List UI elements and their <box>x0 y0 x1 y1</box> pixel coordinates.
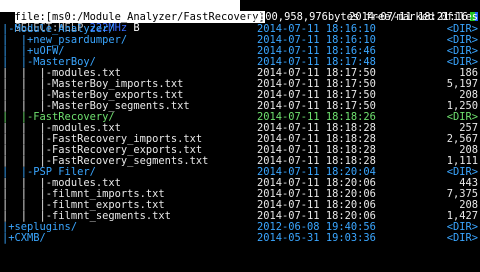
entry-name: |+CXMB/ <box>2 232 46 244</box>
file-list[interactable]: |-Module_Analyzer/2014-07-11 18:16:10 <DI… <box>0 24 480 244</box>
free-space: 3,000,958,976bytes free/marked 0files <box>246 11 478 23</box>
folder-row[interactable]: |+CXMB/2014-05-31 19:03:36 <DIR> <box>0 233 480 244</box>
folder-row[interactable]: | |+new_psardumper/2014-07-11 18:16:10 <D… <box>0 35 480 46</box>
folder-row[interactable]: |+seplugins/2012-06-08 19:40:56 <DIR> <box>0 222 480 233</box>
entry-size: <DIR> <box>446 232 478 244</box>
entry-date: 2014-05-31 19:03:36 <box>257 232 376 244</box>
